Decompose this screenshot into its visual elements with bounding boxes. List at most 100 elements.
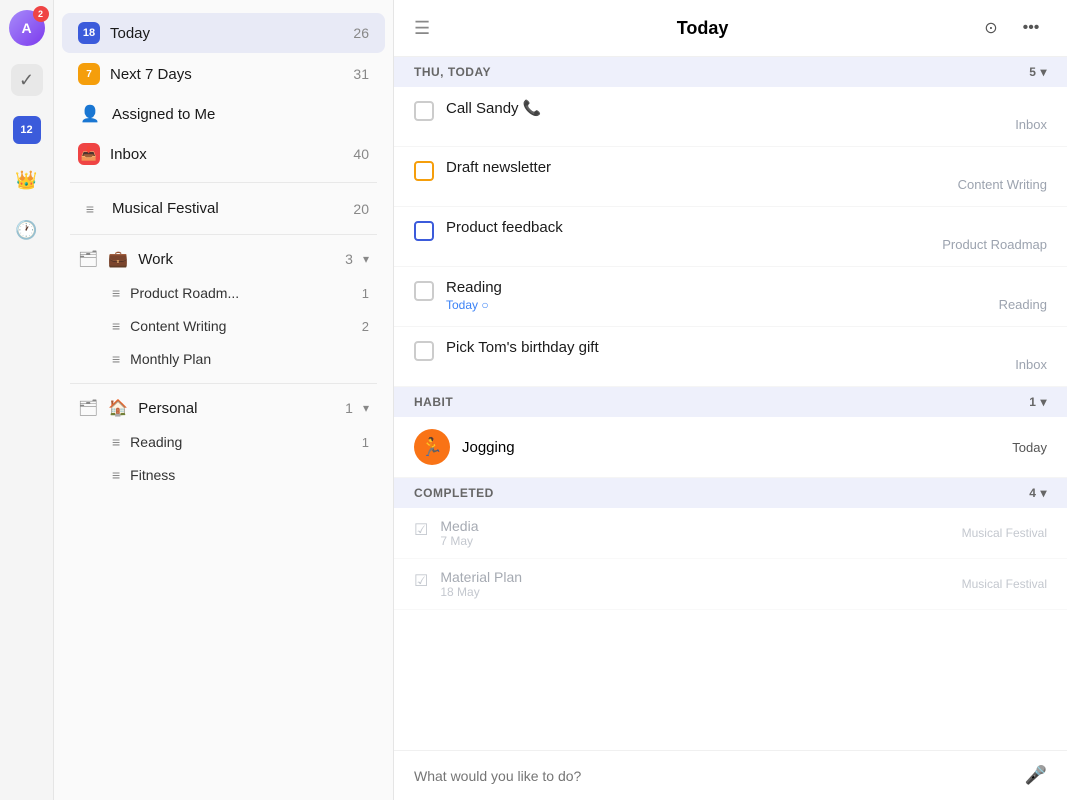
sidebar-item-musical-festival[interactable]: ≡ Musical Festival 20 — [62, 191, 385, 226]
sidebar-count-musical-festival: 20 — [353, 201, 369, 217]
sidebar-count-today: 26 — [353, 25, 369, 41]
section-completed-count[interactable]: 4 ▾ — [1029, 486, 1047, 500]
task-checkbox-product-feedback[interactable] — [414, 221, 434, 241]
hamburger-icon[interactable]: ☰ — [414, 18, 430, 39]
sidebar-item-fitness[interactable]: ≡ Fitness — [62, 459, 385, 491]
avatar[interactable]: A 2 — [9, 10, 45, 46]
sidebar: 18 Today 26 7 Next 7 Days 31 👤 Assigned … — [54, 0, 394, 800]
task-checkbox-draft-newsletter[interactable] — [414, 161, 434, 181]
sidebar-label-fitness: Fitness — [130, 467, 369, 483]
rail-icon-crown[interactable]: 👑 — [11, 164, 43, 196]
sidebar-count-reading: 1 — [362, 435, 369, 450]
task-content-call-sandy: Call Sandy 📞 — [446, 99, 1003, 117]
task-content-birthday-gift: Pick Tom's birthday gift — [446, 339, 1003, 356]
monthly-plan-icon: ≡ — [112, 351, 120, 367]
rail-icon-calendar[interactable]: 12 — [11, 114, 43, 146]
completed-check-material-plan: ☑ — [414, 571, 428, 591]
main-content: ☰ Today ⊙ ••• THU, TODAY 5 ▾ Call Sandy … — [394, 0, 1067, 800]
section-thu-today-label: THU, TODAY — [414, 65, 491, 79]
completed-content-material-plan: Material Plan 18 May — [440, 569, 949, 599]
task-row-call-sandy: Call Sandy 📞 Inbox — [394, 87, 1067, 147]
more-icon: ••• — [1023, 19, 1040, 37]
completed-date-material-plan: 18 May — [440, 585, 949, 599]
sidebar-divider-2 — [70, 234, 377, 235]
fitness-icon: ≡ — [112, 467, 120, 483]
main-header: ☰ Today ⊙ ••• — [394, 0, 1067, 57]
section-thu-today-count[interactable]: 5 ▾ — [1029, 65, 1047, 79]
task-title-call-sandy: Call Sandy 📞 — [446, 99, 1003, 117]
sidebar-group-personal[interactable]: 🗂 🏠 Personal 1 ▾ — [62, 392, 385, 424]
task-meta-birthday-gift: Inbox — [1015, 357, 1047, 374]
completed-section-expand-icon: ▾ — [1040, 486, 1047, 500]
more-icon-button[interactable]: ••• — [1015, 12, 1047, 44]
personal-home-icon: 🏠 — [108, 398, 128, 418]
rail-icon-clock[interactable]: 🕐 — [11, 214, 43, 246]
sidebar-divider-1 — [70, 182, 377, 183]
task-title-draft-newsletter: Draft newsletter — [446, 159, 946, 176]
task-title-reading: Reading — [446, 279, 987, 296]
sidebar-label-next7days: Next 7 Days — [110, 66, 343, 83]
sidebar-count-content-writing: 2 — [362, 319, 369, 334]
task-checkbox-reading[interactable] — [414, 281, 434, 301]
completed-check-media: ☑ — [414, 520, 428, 540]
completed-meta-media: Musical Festival — [962, 526, 1047, 540]
crown-icon: 👑 — [15, 170, 37, 191]
section-completed: COMPLETED 4 ▾ — [394, 478, 1067, 508]
sidebar-label-inbox: Inbox — [110, 146, 343, 163]
folder-icon-work: 🗂 — [78, 249, 98, 269]
sidebar-label-musical-festival: Musical Festival — [112, 200, 343, 217]
section-expand-icon: ▾ — [1040, 65, 1047, 79]
sidebar-item-content-writing[interactable]: ≡ Content Writing 2 — [62, 310, 385, 342]
sidebar-count-next7days: 31 — [353, 66, 369, 82]
completed-title-media: Media — [440, 518, 949, 534]
sidebar-item-monthly-plan[interactable]: ≡ Monthly Plan — [62, 343, 385, 375]
sidebar-label-work: Work — [138, 251, 335, 268]
sidebar-item-assigned[interactable]: 👤 Assigned to Me — [62, 95, 385, 133]
task-title-product-feedback: Product feedback — [446, 219, 930, 236]
today-badge: 18 — [78, 22, 100, 44]
task-row-birthday-gift: Pick Tom's birthday gift Inbox — [394, 327, 1067, 387]
sidebar-group-work[interactable]: 🗂 💼 Work 3 ▾ — [62, 243, 385, 275]
task-row-product-feedback: Product feedback Product Roadmap — [394, 207, 1067, 267]
sidebar-count-work: 3 — [345, 251, 353, 267]
task-row-draft-newsletter: Draft newsletter Content Writing — [394, 147, 1067, 207]
sidebar-item-inbox[interactable]: 📥 Inbox 40 — [62, 134, 385, 174]
completed-content-media: Media 7 May — [440, 518, 949, 548]
task-meta-call-sandy: Inbox — [1015, 117, 1047, 134]
content-writing-icon: ≡ — [112, 318, 120, 334]
section-habit-label: HABIT — [414, 395, 453, 409]
sidebar-item-today[interactable]: 18 Today 26 — [62, 13, 385, 53]
habit-date-jogging: Today — [1012, 440, 1047, 455]
sidebar-label-product-roadm: Product Roadm... — [130, 285, 352, 301]
task-list: THU, TODAY 5 ▾ Call Sandy 📞 Inbox Draft … — [394, 57, 1067, 750]
check-icon: ✓ — [19, 70, 34, 91]
musical-festival-icon: ≡ — [78, 201, 102, 217]
quick-add-bar: 🎤 — [394, 750, 1067, 800]
rail-icon-check[interactable]: ✓ — [11, 64, 43, 96]
task-meta-draft-newsletter: Content Writing — [958, 177, 1047, 194]
quick-add-input[interactable] — [414, 768, 1015, 784]
clock-icon: 🕐 — [15, 220, 37, 241]
mic-icon[interactable]: 🎤 — [1025, 765, 1047, 786]
inbox-icon: 📥 — [78, 143, 100, 165]
task-title-birthday-gift: Pick Tom's birthday gift — [446, 339, 1003, 356]
completed-meta-material-plan: Musical Festival — [962, 577, 1047, 591]
assigned-icon: 👤 — [78, 104, 102, 124]
task-checkbox-birthday-gift[interactable] — [414, 341, 434, 361]
habit-title-jogging: Jogging — [462, 439, 1000, 456]
task-row-reading: Reading Today ○ Reading — [394, 267, 1067, 327]
sidebar-count-product-roadm: 1 — [362, 286, 369, 301]
sidebar-item-next7days[interactable]: 7 Next 7 Days 31 — [62, 54, 385, 94]
section-habit-count[interactable]: 1 ▾ — [1029, 395, 1047, 409]
task-checkbox-call-sandy[interactable] — [414, 101, 434, 121]
task-meta-product-feedback: Product Roadmap — [942, 237, 1047, 254]
work-chevron-icon: ▾ — [363, 252, 369, 266]
section-completed-label: COMPLETED — [414, 486, 494, 500]
completed-row-material-plan: ☑ Material Plan 18 May Musical Festival — [394, 559, 1067, 610]
sidebar-item-reading[interactable]: ≡ Reading 1 — [62, 426, 385, 458]
sidebar-item-product-roadm[interactable]: ≡ Product Roadm... 1 — [62, 277, 385, 309]
target-icon-button[interactable]: ⊙ — [975, 12, 1007, 44]
product-roadm-icon: ≡ — [112, 285, 120, 301]
jogging-emoji: 🏃 — [414, 429, 450, 465]
sidebar-label-assigned: Assigned to Me — [112, 106, 369, 123]
